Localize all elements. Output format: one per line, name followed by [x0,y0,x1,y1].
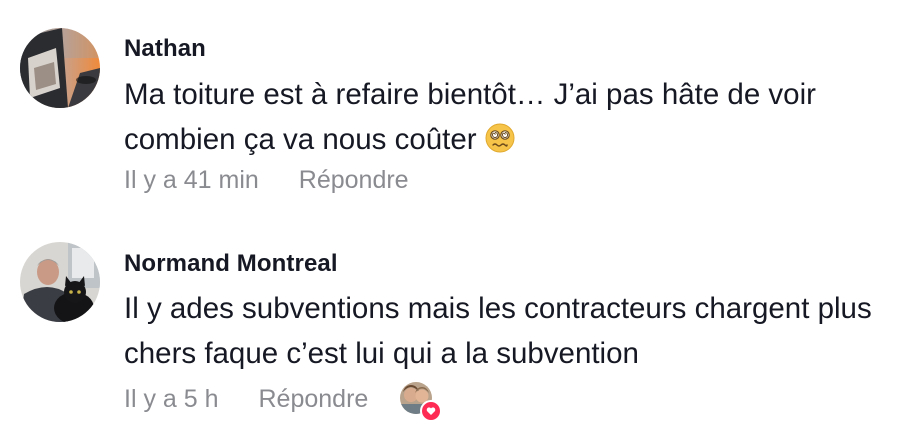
reply-button[interactable]: Répondre [259,385,369,414]
dizzy-face-emoji-icon [485,121,515,153]
comment-timestamp: Il y a 41 min [124,166,259,194]
comment-item: Nathan Ma toiture est à refaire bientôt…… [0,0,920,210]
comment-meta: Il y a 5 h Répondre [124,382,443,422]
comment-username[interactable]: Normand Montreal [124,250,338,278]
comment-text-content: Ma toiture est à refaire bientôt… J’ai p… [124,78,816,156]
comment-timestamp: Il y a 5 h [124,384,219,413]
reply-button[interactable]: Répondre [299,166,409,195]
comment-text: Ma toiture est à refaire bientôt… J’ai p… [124,72,904,162]
avatar[interactable] [20,28,100,108]
creator-liked-badge [400,382,443,422]
comment-meta: Il y a 41 min Répondre [124,166,409,195]
avatar[interactable] [20,242,100,322]
heart-icon [420,400,443,422]
avatar-photo [20,242,100,322]
comment-item: Normand Montreal Il y ades subventions m… [0,222,920,438]
avatar-photo [20,28,100,108]
comment-text: Il y ades subventions mais les contracte… [124,292,872,370]
comment-username[interactable]: Nathan [124,35,206,63]
